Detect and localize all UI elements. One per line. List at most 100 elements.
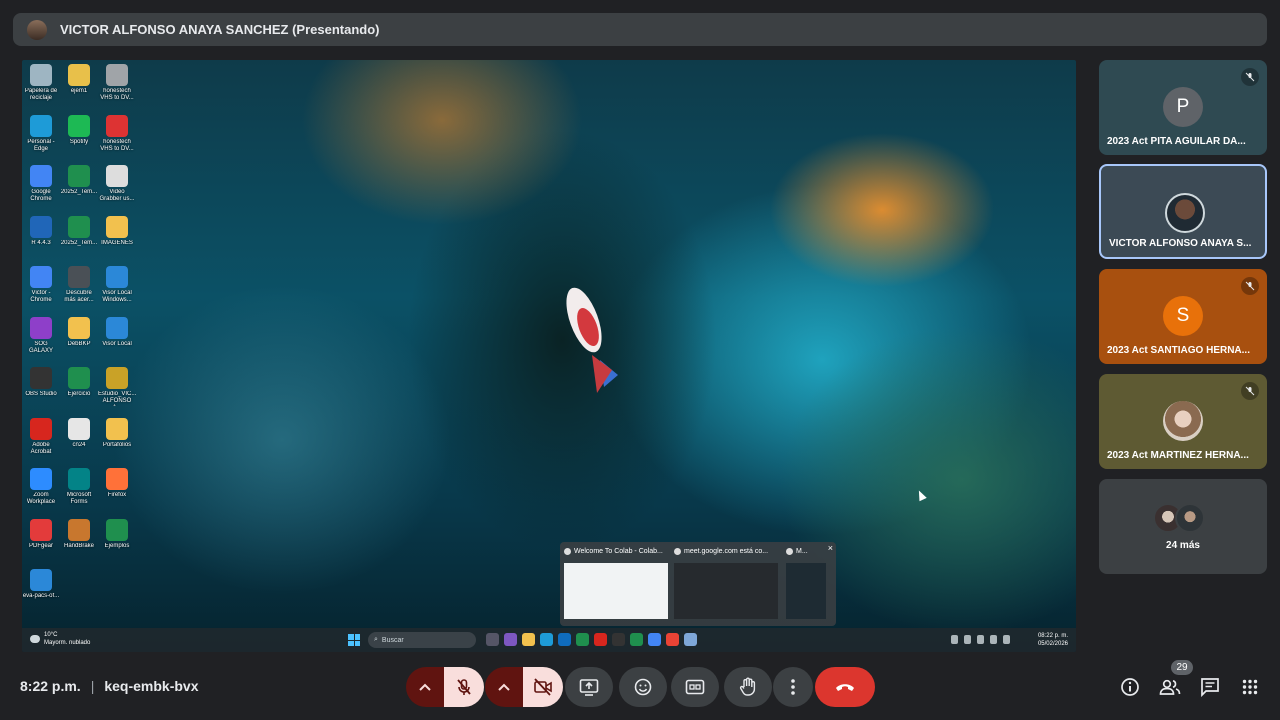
- desktop-icon-label: Firefox: [107, 492, 127, 498]
- clock-time: 08:22 p. m.: [1037, 633, 1068, 639]
- reactions-button[interactable]: [619, 667, 667, 707]
- mic-toggle-button[interactable]: [444, 667, 484, 707]
- more-vert-icon: [791, 679, 795, 695]
- desktop-icon[interactable]: Video Grabber us...: [98, 165, 136, 204]
- desktop-icon[interactable]: Visor Local Windows...: [98, 266, 136, 305]
- desktop-icon[interactable]: Descubre más acer...: [60, 266, 98, 305]
- desktop-icon[interactable]: Firefox: [98, 468, 136, 507]
- file-explorer-icon[interactable]: [522, 633, 535, 646]
- copilot-icon[interactable]: [504, 633, 517, 646]
- mic-off-icon: [457, 679, 471, 695]
- desktop-icon-label: Spotify: [69, 138, 89, 145]
- store-icon[interactable]: [558, 633, 571, 646]
- thumbnail-close-icon[interactable]: ×: [828, 543, 833, 553]
- thumbnail-meet[interactable]: meet.google.com está co...: [674, 545, 778, 623]
- camera-options-button[interactable]: [485, 667, 523, 707]
- desktop-icon[interactable]: eva-pacs-of...: [22, 569, 60, 608]
- more-options-button[interactable]: [773, 667, 813, 707]
- desktop-icon[interactable]: 20252_Tem...: [60, 215, 98, 255]
- taskbar-thumbnail-preview[interactable]: Welcome To Colab - Colab... meet.google.…: [560, 542, 836, 626]
- desktop-icon[interactable]: Estudio_VIC... ALFONSO A...: [98, 367, 136, 406]
- volume-icon[interactable]: [990, 635, 997, 644]
- chevron-up-icon[interactable]: [951, 635, 958, 644]
- captions-button[interactable]: [671, 667, 719, 707]
- battery-icon[interactable]: [1003, 635, 1010, 644]
- desktop-icon[interactable]: honestech VHS to DV...: [98, 64, 136, 103]
- raise-hand-button[interactable]: [724, 667, 772, 707]
- acrobat-icon[interactable]: [594, 633, 607, 646]
- obs-icon[interactable]: [612, 633, 625, 646]
- desktop-icon[interactable]: Visor Local: [98, 316, 136, 356]
- excel-icon[interactable]: [576, 633, 589, 646]
- participant-tile[interactable]: 2023 Act MARTINEZ HERNA...: [1099, 374, 1267, 469]
- participant-tile[interactable]: P 2023 Act PITA AGUILAR DA...: [1099, 60, 1267, 155]
- desktop-icon[interactable]: honestech VHS to DV...: [98, 114, 136, 154]
- windows-taskbar: 10°C Mayorm. nublado ⌕ Buscar 08:22 p. m…: [22, 628, 1076, 652]
- camera-toggle-button[interactable]: [523, 667, 563, 707]
- desktop-icon[interactable]: Portafolios: [98, 417, 136, 457]
- chat-icon: [1201, 678, 1219, 697]
- edge-icon[interactable]: [540, 633, 553, 646]
- thumbnail-other[interactable]: M...: [786, 545, 826, 623]
- participant-tile[interactable]: S 2023 Act SANTIAGO HERNA...: [1099, 269, 1267, 364]
- present-screen-icon: [579, 679, 599, 696]
- desktop-icon[interactable]: ejem1: [60, 64, 98, 103]
- participant-name: 2023 Act MARTINEZ HERNA...: [1107, 450, 1249, 461]
- app-icon: [106, 417, 128, 440]
- desktop-icon[interactable]: IMAGENES: [98, 215, 136, 255]
- desktop-icon[interactable]: cn24: [60, 417, 98, 457]
- desktop-icon-label: Papelera de reciclaje: [24, 88, 58, 101]
- desktop-icon[interactable]: Papelera de reciclaje: [22, 64, 60, 103]
- desktop-icon[interactable]: Microsoft Forms: [60, 468, 98, 507]
- network-icon[interactable]: [964, 635, 971, 644]
- leave-call-button[interactable]: [815, 667, 875, 707]
- participant-tile-active[interactable]: VICTOR ALFONSO ANAYA S...: [1099, 164, 1267, 259]
- presenter-avatar: [27, 19, 47, 40]
- weather-widget[interactable]: 10°C Mayorm. nublado: [30, 631, 90, 647]
- app-icon[interactable]: [684, 633, 697, 646]
- taskbar-clock[interactable]: 08:22 p. m. 05/02/2026: [1038, 632, 1068, 648]
- thumbnail-title: meet.google.com está co...: [684, 547, 769, 555]
- participant-avatar: [1163, 401, 1203, 441]
- taskbar-search[interactable]: ⌕ Buscar: [368, 632, 476, 648]
- chrome-icon[interactable]: [648, 633, 661, 646]
- activities-button[interactable]: [1237, 674, 1263, 700]
- desktop-icon[interactable]: Spotify: [60, 114, 98, 154]
- app-icon: [68, 114, 90, 137]
- present-screen-button[interactable]: [565, 667, 613, 707]
- camera-off-icon: [534, 678, 552, 696]
- mouse-cursor-icon: [915, 488, 927, 502]
- desktop-icon[interactable]: OBS Studio: [22, 367, 60, 406]
- task-view-icon[interactable]: [486, 633, 499, 646]
- desktop-icon-label: Portafolios: [102, 441, 132, 448]
- app-icon: [106, 468, 128, 490]
- desktop-icon[interactable]: DebBKP: [60, 316, 98, 356]
- mic-tray-icon[interactable]: [977, 635, 984, 644]
- desktop-icon[interactable]: Victor - Chrome: [22, 266, 60, 305]
- thumbnail-colab[interactable]: Welcome To Colab - Colab...: [564, 545, 668, 623]
- app-icon: [106, 316, 128, 339]
- chat-button[interactable]: [1197, 674, 1223, 700]
- desktop-icon[interactable]: PDFgear: [22, 518, 60, 558]
- chrome-profile-icon[interactable]: [666, 633, 679, 646]
- desktop-icon[interactable]: 20252_Tem...: [60, 165, 98, 204]
- desktop-icon[interactable]: SOG GALAXY: [22, 316, 60, 356]
- sheets-icon[interactable]: [630, 633, 643, 646]
- desktop-icon[interactable]: Adobe Acrobat: [22, 417, 60, 457]
- app-icon: [30, 215, 52, 238]
- windows-start-icon[interactable]: [348, 634, 360, 646]
- desktop-icon[interactable]: Personal - Edge: [22, 114, 60, 154]
- people-button[interactable]: [1157, 674, 1183, 700]
- desktop-icon[interactable]: Ejemplos: [98, 518, 136, 558]
- mic-options-button[interactable]: [406, 667, 444, 707]
- more-participants-tile[interactable]: 24 más: [1099, 479, 1267, 574]
- desktop-icon[interactable]: HandBrake: [60, 518, 98, 558]
- meeting-details-button[interactable]: [1117, 674, 1143, 700]
- desktop-icon-label: Ejercicio: [67, 391, 91, 397]
- desktop-icon[interactable]: Zoom Workplace: [22, 468, 60, 507]
- desktop-icon[interactable]: Google Chrome: [22, 165, 60, 204]
- search-icon: ⌕: [374, 636, 378, 643]
- participant-avatar: [1165, 193, 1205, 233]
- desktop-icon[interactable]: R 4.4.3: [22, 215, 60, 255]
- desktop-icon[interactable]: Ejercicio: [60, 367, 98, 406]
